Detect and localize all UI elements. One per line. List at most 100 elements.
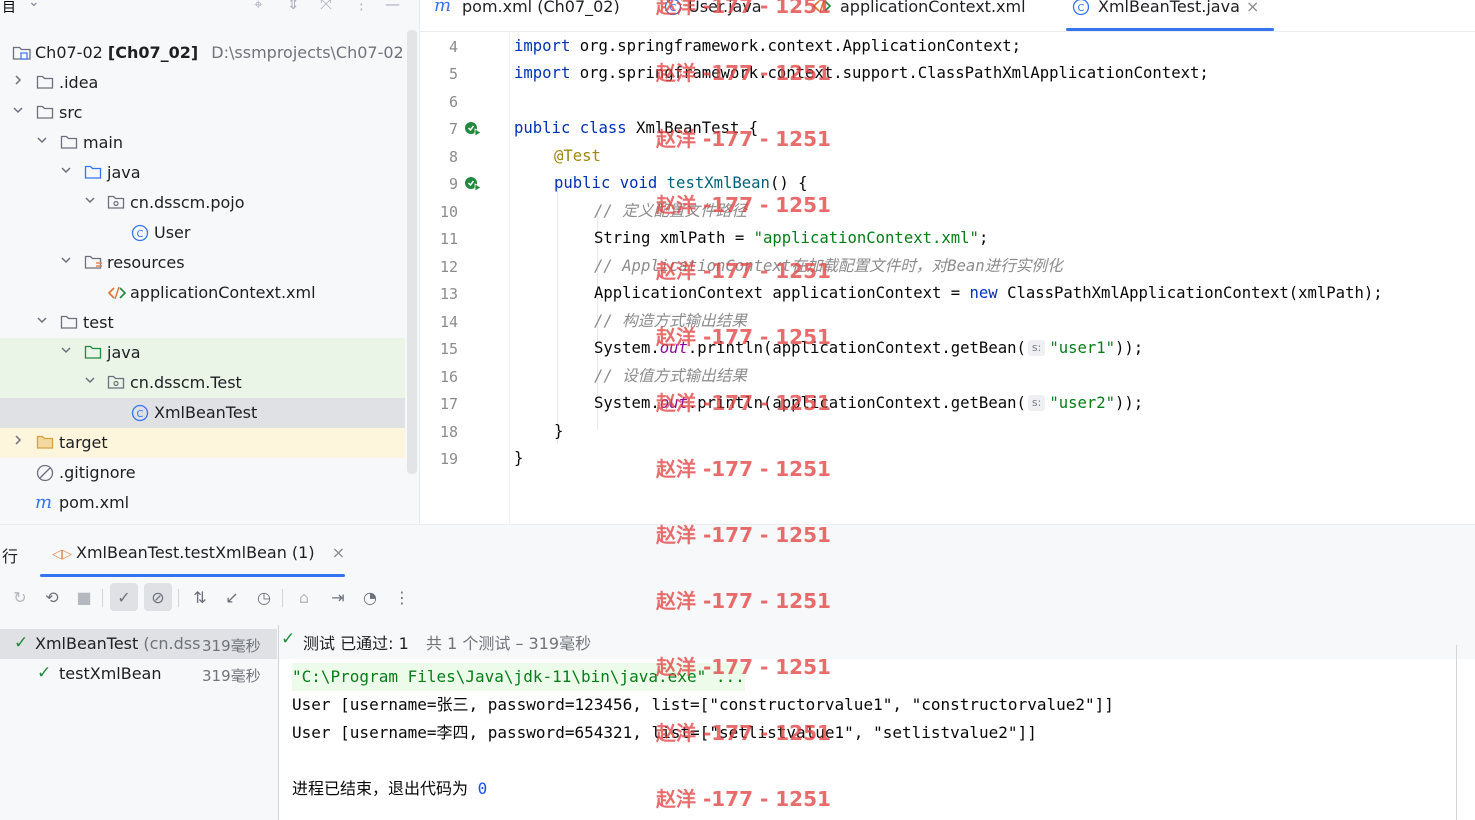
tree-item-idea[interactable]: .idea: [0, 68, 405, 98]
camera-icon[interactable]: ⌂: [290, 583, 318, 611]
console-scrollbar[interactable]: [1456, 645, 1457, 820]
class-icon: C: [131, 404, 149, 422]
tree-item-main[interactable]: main: [0, 128, 405, 158]
tests-detail-label: 共 1 个测试 – 319毫秒: [426, 634, 592, 653]
folder-icon: [36, 74, 54, 92]
editor-tab-bar: m pom.xml (Ch07_02) C User.java applicat…: [420, 0, 1475, 32]
code-line: // 设值方式输出结果: [594, 367, 747, 385]
tab-label: User.java: [688, 0, 762, 16]
collapse-all-icon[interactable]: ⤧: [320, 0, 332, 13]
passed-check-icon: ✓: [14, 633, 29, 653]
expand-all-icon[interactable]: ⇕: [287, 0, 300, 13]
chevron-down-icon[interactable]: [35, 133, 49, 147]
code-line: import org.springframework.context.suppo…: [514, 64, 1209, 82]
locate-icon[interactable]: ⌖: [254, 0, 262, 13]
svg-text:C: C: [137, 229, 144, 240]
line-number: 5: [448, 65, 458, 83]
root-path: D:\ssmprojects\Ch07-02: [211, 43, 404, 62]
chevron-right-icon[interactable]: [11, 73, 25, 87]
chevron-down-icon[interactable]: [83, 373, 97, 387]
chevron-down-icon[interactable]: [59, 253, 73, 267]
xml-file-icon: [107, 284, 127, 302]
rerun-icon[interactable]: ↻: [6, 583, 34, 611]
rerun-failed-icon[interactable]: ⟲: [38, 583, 66, 611]
line-number: 4: [448, 38, 458, 56]
tree-item-label: User: [154, 223, 191, 242]
run-test-icon[interactable]: [464, 120, 482, 138]
coverage-icon[interactable]: ◔: [356, 583, 384, 611]
tree-item-root[interactable]: Ch07-02 [Ch07_02] D:\ssmprojects\Ch07-02: [0, 38, 405, 68]
chevron-down-icon[interactable]: [11, 103, 25, 117]
show-passed-icon[interactable]: ✓: [110, 583, 138, 611]
code-line: @Test: [554, 147, 601, 165]
console-output[interactable]: ✓ 测试 已通过: 1 共 1 个测试 – 319毫秒 "C:\Program …: [279, 625, 1475, 820]
tree-item-user-class[interactable]: C User: [0, 218, 405, 248]
indent-guide: [557, 182, 558, 444]
options-icon[interactable]: ⋮: [354, 0, 369, 13]
import-tests-icon[interactable]: ↙: [218, 583, 246, 611]
tree-item-pojo-package[interactable]: cn.dsscm.pojo: [0, 188, 405, 218]
test-method-row[interactable]: ✓ testXmlBean 319毫秒: [0, 659, 277, 689]
stop-icon[interactable]: ■: [70, 583, 98, 611]
export-icon[interactable]: ⇥: [324, 583, 352, 611]
console-line: User [username=李四, password=654321, list…: [292, 723, 1037, 742]
chevron-down-icon[interactable]: ⌄: [28, 0, 40, 10]
project-scrollbar[interactable]: [407, 30, 417, 474]
close-icon[interactable]: ×: [332, 543, 345, 562]
maven-icon: m: [35, 492, 53, 513]
project-panel-title[interactable]: 目: [2, 0, 16, 17]
more-options-icon[interactable]: ⋮: [388, 583, 416, 611]
tree-item-application-context[interactable]: applicationContext.xml: [0, 278, 405, 308]
tree-item-main-java[interactable]: java: [0, 158, 405, 188]
project-panel: 目 ⌄ ⌖ ⇕ ⤧ ⋮ — Ch07-02 [Ch07_02] D:\ssmpr…: [0, 0, 420, 524]
close-icon[interactable]: ×: [1246, 0, 1259, 16]
tree-item-test[interactable]: test: [0, 308, 405, 338]
line-number: 14: [439, 313, 458, 331]
chevron-down-icon[interactable]: [35, 313, 49, 327]
history-icon[interactable]: ◷: [250, 583, 278, 611]
parameter-hint: s:: [1027, 340, 1046, 356]
line-number: 7: [448, 120, 458, 138]
hide-icon[interactable]: —: [385, 0, 400, 13]
tree-item-src[interactable]: src: [0, 98, 405, 128]
run-test-icon[interactable]: [464, 175, 482, 193]
chevron-down-icon[interactable]: [59, 343, 73, 357]
tree-item-resources[interactable]: resources: [0, 248, 405, 278]
tree-item-target[interactable]: target: [0, 428, 405, 458]
run-toolbar: ↻ ⟲ ■ ✓ ⊘ ⇅ ↙ ◷ ⌂ ⇥ ◔ ⋮: [0, 583, 1475, 615]
package-icon: [107, 194, 125, 212]
package-icon: [107, 374, 125, 392]
chevron-down-icon[interactable]: [83, 193, 97, 207]
chevron-right-icon[interactable]: [11, 433, 25, 447]
code-editor[interactable]: import org.springframework.context.Appli…: [514, 33, 1474, 524]
tree-item-xmlbeantest-class[interactable]: C XmlBeanTest: [0, 398, 405, 428]
tree-item-label: test: [83, 313, 114, 332]
console-command-line[interactable]: "C:\Program Files\Java\jdk-11\bin\java.e…: [292, 663, 745, 691]
line-number: 15: [439, 340, 458, 358]
folder-icon: [60, 314, 78, 332]
tree-item-label: resources: [107, 253, 185, 272]
tree-item-gitignore[interactable]: .gitignore: [0, 458, 405, 488]
tree-item-test-java[interactable]: java: [0, 338, 405, 368]
test-results-tree: ✓ XmlBeanTest (cn.dss 319毫秒 ✓ testXmlBea…: [0, 625, 277, 820]
ignore-file-icon: [36, 464, 54, 482]
chevron-down-icon[interactable]: [59, 163, 73, 177]
show-ignored-icon[interactable]: ⊘: [144, 583, 172, 611]
root-name: Ch07-02: [35, 43, 103, 62]
svg-text:C: C: [670, 3, 677, 14]
tree-item-pom[interactable]: m pom.xml: [0, 488, 405, 518]
code-line: ApplicationContext applicationContext = …: [594, 284, 1383, 302]
tree-item-label: cn.dsscm.Test: [130, 373, 242, 392]
run-tab-label: XmlBeanTest.testXmlBean (1): [76, 543, 315, 562]
svg-text:C: C: [1078, 3, 1085, 14]
code-line: // 定义配置文件路径: [594, 202, 747, 220]
test-suite-row[interactable]: ✓ XmlBeanTest (cn.dss 319毫秒: [0, 629, 277, 659]
tree-item-test-package[interactable]: cn.dsscm.Test: [0, 368, 405, 398]
test-status-bar: ✓ 测试 已通过: 1 共 1 个测试 – 319毫秒: [279, 625, 1475, 659]
tab-run-configuration[interactable]: ◁▷ XmlBeanTest.testXmlBean (1) ×: [52, 543, 345, 562]
sort-icon[interactable]: ⇅: [186, 583, 214, 611]
tree-item-label: pom.xml: [59, 493, 130, 512]
code-line: }: [554, 422, 564, 440]
editor-gutter: 4 5 6 7 8 9 10 11 12 13 14 15 16 17 18 1…: [420, 33, 510, 524]
parameter-hint: s:: [1027, 395, 1046, 411]
